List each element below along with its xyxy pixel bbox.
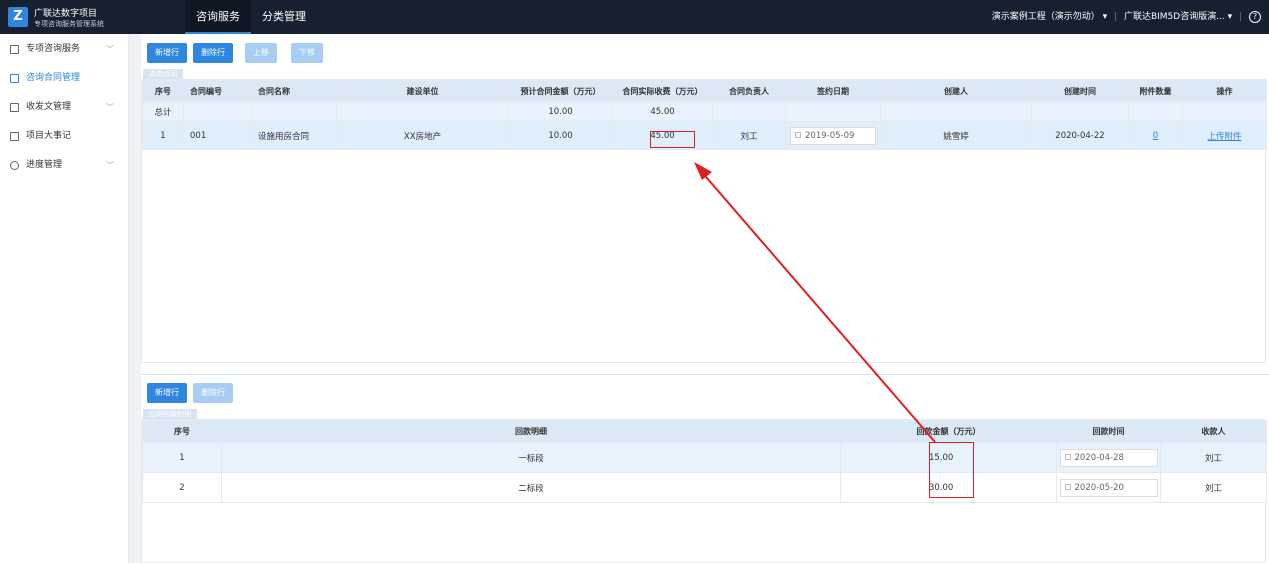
row-index: 1 — [142, 121, 184, 150]
main-content: 新增行 删除行 上移 下移 咨询合同 序号 合同编号 合同名称 建设单位 预计合… — [141, 34, 1269, 563]
document-icon — [10, 45, 19, 54]
calendar-icon — [1064, 454, 1071, 460]
sidebar-item-document-management[interactable]: 收发文管理 ﹀ — [0, 93, 128, 122]
payee[interactable]: 刘工 — [1160, 442, 1267, 473]
sidebar-item-progress-management[interactable]: 进度管理 ﹀ — [0, 151, 128, 180]
upper-delete-row-button[interactable]: 删除行 — [193, 43, 233, 63]
top-bar: Z 广联达数字项目 专项咨询服务管理系统 咨询服务 分类管理 演示案例工程（演示… — [0, 0, 1269, 34]
col-header: 合同编号 — [183, 80, 252, 102]
contract-name[interactable]: 设施用房合同 — [251, 121, 337, 150]
col-header: 序号 — [142, 420, 222, 443]
col-header: 合同实际收费（万元） — [612, 80, 713, 102]
payment-table: 序号 回款明细 回款金额（万元） 回款时间 收款人 1 一标段 15.00 20… — [142, 420, 1267, 503]
col-header: 建设单位 — [336, 80, 509, 102]
move-down-button[interactable]: 下移 — [291, 43, 323, 63]
contract-no[interactable]: 001 — [183, 121, 252, 150]
table-row[interactable]: 2 二标段 30.00 2020-05-20 刘工 — [142, 472, 1267, 503]
calendar-icon — [1064, 484, 1071, 490]
notebook-icon — [10, 132, 19, 141]
chevron-down-icon: ▾ — [1102, 12, 1108, 22]
creator: 姚雪婷 — [880, 121, 1032, 150]
mail-icon — [10, 103, 19, 112]
contract-table: 序号 合同编号 合同名称 建设单位 预计合同金额（万元） 合同实际收费（万元） … — [142, 80, 1267, 150]
move-up-button[interactable]: 上移 — [245, 43, 277, 63]
contract-owner[interactable]: 刘工 — [712, 121, 786, 150]
col-header: 合同负责人 — [712, 80, 786, 102]
table-row[interactable]: 1 001 设施用房合同 XX房地产 10.00 45.00 刘工 2019-0… — [142, 121, 1267, 150]
payee[interactable]: 刘工 — [1160, 472, 1267, 503]
estimated-amount[interactable]: 10.00 — [508, 121, 613, 150]
panel-divider — [141, 374, 1269, 375]
nav-tab-consulting-service[interactable]: 咨询服务 — [185, 0, 251, 34]
payment-date-cell: 2020-05-20 — [1056, 472, 1161, 503]
total-label: 总计 — [142, 101, 184, 122]
total-row: 总计 10.00 45.00 — [142, 101, 1267, 122]
lower-table-tab: 合同回款明细 — [143, 409, 197, 419]
payment-date-cell: 2020-04-28 — [1056, 442, 1161, 473]
sidebar-gutter — [129, 34, 141, 563]
action-cell: 上传附件 — [1182, 121, 1267, 150]
header-right: 演示案例工程（演示勿动） ▾ | 广联达BIM5D咨询版演... ▾ | ? — [992, 0, 1261, 34]
col-header: 创建时间 — [1031, 80, 1129, 102]
payment-detail[interactable]: 一标段 — [221, 442, 841, 473]
payment-detail[interactable]: 二标段 — [221, 472, 841, 503]
chevron-down-icon: ﹀ — [106, 103, 114, 112]
row-index: 1 — [142, 442, 222, 473]
lower-add-row-button[interactable]: 新增行 — [147, 383, 187, 403]
col-header: 序号 — [142, 80, 184, 102]
upper-add-row-button[interactable]: 新增行 — [147, 43, 187, 63]
clock-icon — [10, 161, 19, 170]
col-header: 创建人 — [880, 80, 1032, 102]
highlight-actual-fee — [650, 131, 695, 148]
builder[interactable]: XX房地产 — [336, 121, 509, 150]
col-header: 收款人 — [1160, 420, 1267, 443]
total-estimated-amount: 10.00 — [508, 101, 613, 122]
sign-date-picker[interactable]: 2019-05-09 — [790, 126, 876, 145]
project-selector[interactable]: 演示案例工程（演示勿动） ▾ — [992, 12, 1107, 22]
attachment-count-link[interactable]: 0 — [1153, 131, 1158, 141]
table-row[interactable]: 1 一标段 15.00 2020-04-28 刘工 — [142, 442, 1267, 473]
sidebar-item-contract-management[interactable]: 咨询合同管理 — [0, 64, 128, 93]
created-at: 2020-04-22 — [1031, 121, 1129, 150]
col-header: 预计合同金额（万元） — [508, 80, 613, 102]
brand-subtitle: 专项咨询服务管理系统 — [34, 20, 104, 28]
sidebar-item-project-events[interactable]: 项目大事记 — [0, 122, 128, 151]
chevron-down-icon: ﹀ — [106, 161, 114, 170]
payment-date-picker[interactable]: 2020-05-20 — [1059, 478, 1158, 497]
company-selector[interactable]: 广联达BIM5D咨询版演... ▾ — [1124, 12, 1232, 22]
calendar-icon — [795, 132, 801, 138]
upper-table-tab: 咨询合同 — [143, 69, 183, 79]
brand-title: 广联达数字项目 — [34, 9, 98, 19]
total-actual-fee: 45.00 — [612, 101, 713, 122]
sidebar-item-special-consulting[interactable]: 专项咨询服务 ﹀ — [0, 35, 128, 64]
brand-logo-icon: Z — [8, 7, 28, 27]
sign-date-cell: 2019-05-09 — [785, 121, 881, 150]
contract-icon — [10, 74, 19, 83]
chevron-down-icon: ﹀ — [106, 45, 114, 54]
highlight-payment-amounts — [929, 442, 974, 498]
attachment-count: 0 — [1128, 121, 1183, 150]
col-header: 回款明细 — [221, 420, 841, 443]
sidebar: 专项咨询服务 ﹀ 咨询合同管理 收发文管理 ﹀ 项目大事记 进度管理 ﹀ — [0, 34, 129, 563]
upload-attachment-link[interactable]: 上传附件 — [1207, 132, 1241, 142]
col-header: 签约日期 — [785, 80, 881, 102]
payment-date-picker[interactable]: 2020-04-28 — [1059, 448, 1158, 467]
chevron-down-icon: ▾ — [1227, 12, 1233, 22]
nav-tab-category-management[interactable]: 分类管理 — [262, 0, 306, 34]
header-separator: | — [1114, 12, 1118, 22]
col-header: 操作 — [1182, 80, 1267, 102]
col-header: 回款金额（万元） — [840, 420, 1057, 443]
help-icon[interactable]: ? — [1249, 10, 1261, 23]
col-header: 回款时间 — [1056, 420, 1161, 443]
header-separator: | — [1239, 12, 1243, 22]
row-index: 2 — [142, 472, 222, 503]
col-header: 附件数量 — [1128, 80, 1183, 102]
col-header: 合同名称 — [251, 80, 337, 102]
lower-delete-row-button[interactable]: 删除行 — [193, 383, 233, 403]
